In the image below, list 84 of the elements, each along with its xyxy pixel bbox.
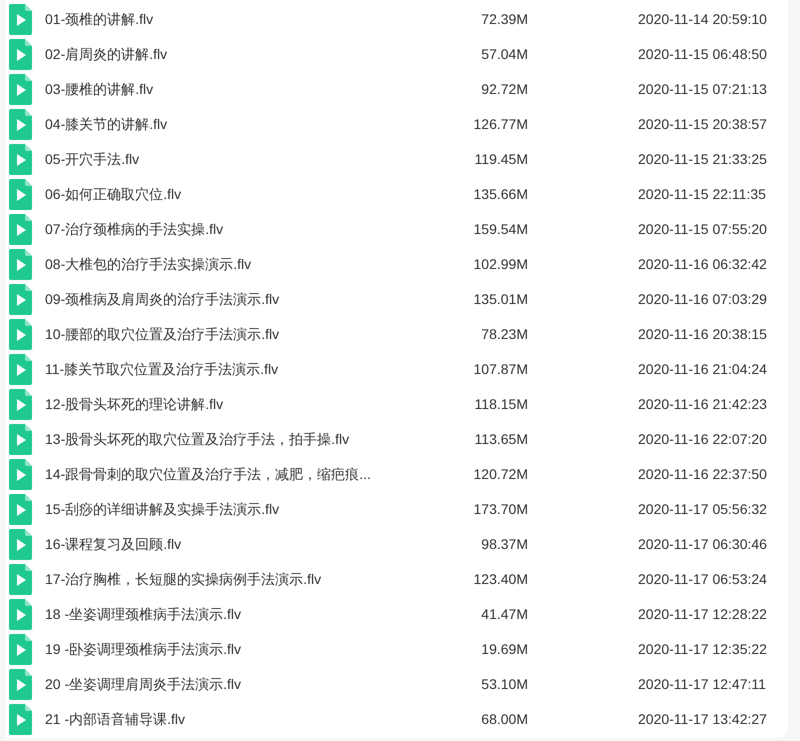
- file-size: 135.66M: [472, 185, 528, 204]
- file-size: 135.01M: [472, 290, 528, 309]
- modified-date: 2020-11-16 06:32:42: [638, 255, 767, 274]
- file-name[interactable]: 11-膝关节取穴位置及治疗手法演示.flv: [45, 359, 445, 380]
- modified-date: 2020-11-17 12:35:22: [638, 640, 767, 659]
- video-file-icon: [9, 494, 32, 525]
- file-name[interactable]: 07-治疗颈椎病的手法实操.flv: [45, 219, 445, 240]
- video-file-icon: [9, 144, 32, 175]
- file-name[interactable]: 02-肩周炎的讲解.flv: [45, 44, 445, 65]
- file-size: 57.04M: [480, 45, 528, 64]
- modified-date: 2020-11-17 13:42:27: [638, 710, 767, 729]
- video-file-icon: [9, 74, 32, 105]
- modified-date: 2020-11-14 20:59:10: [638, 10, 767, 29]
- file-size: 102.99M: [472, 255, 528, 274]
- video-file-icon: [9, 529, 32, 560]
- video-file-icon: [9, 634, 32, 665]
- modified-date: 2020-11-16 20:38:15: [638, 325, 767, 344]
- modified-date: 2020-11-17 12:28:22: [638, 605, 767, 624]
- file-name[interactable]: 05-开穴手法.flv: [45, 149, 445, 170]
- file-name[interactable]: 03-腰椎的讲解.flv: [45, 79, 445, 100]
- file-name[interactable]: 10-腰部的取穴位置及治疗手法演示.flv: [45, 324, 445, 345]
- modified-date: 2020-11-17 06:30:46: [638, 535, 767, 554]
- modified-date: 2020-11-16 22:37:50: [638, 465, 767, 484]
- modified-date: 2020-11-17 06:53:24: [638, 570, 767, 589]
- video-file-icon: [9, 319, 32, 350]
- file-size: 173.70M: [472, 500, 528, 519]
- modified-date: 2020-11-15 06:48:50: [638, 45, 767, 64]
- file-name[interactable]: 17-治疗胸椎，长短腿的实操病例手法演示.flv: [45, 569, 445, 590]
- video-file-icon: [9, 389, 32, 420]
- file-size: 53.10M: [480, 675, 528, 694]
- video-file-icon: [9, 179, 32, 210]
- file-size: 120.72M: [472, 465, 528, 484]
- file-name[interactable]: 14-跟骨骨刺的取穴位置及治疗手法，减肥，缩疤痕...: [45, 464, 445, 485]
- video-file-icon: [9, 669, 32, 700]
- file-size: 118.15M: [474, 395, 528, 414]
- file-size: 78.23M: [480, 325, 528, 344]
- file-size: 113.65M: [474, 430, 528, 449]
- video-file-icon: [9, 354, 32, 385]
- file-name[interactable]: 06-如何正确取穴位.flv: [45, 184, 445, 205]
- file-name[interactable]: 16-课程复习及回顾.flv: [45, 534, 445, 555]
- modified-date: 2020-11-15 22:11:35: [638, 185, 766, 204]
- file-size: 92.72M: [480, 80, 528, 99]
- file-size: 19.69M: [480, 640, 528, 659]
- file-size: 72.39M: [480, 10, 528, 29]
- file-size: 107.87M: [472, 360, 528, 379]
- modified-date: 2020-11-16 21:42:23: [638, 395, 767, 414]
- file-name[interactable]: 18 -坐姿调理颈椎病手法演示.flv: [45, 604, 445, 625]
- file-name[interactable]: 20 -坐姿调理肩周炎手法演示.flv: [45, 674, 445, 695]
- modified-date: 2020-11-16 22:07:20: [638, 430, 767, 449]
- modified-date: 2020-11-15 07:55:20: [638, 220, 767, 239]
- video-file-icon: [9, 599, 32, 630]
- file-size: 159.54M: [472, 220, 528, 239]
- modified-date: 2020-11-16 21:04:24: [638, 360, 767, 379]
- video-file-icon: [9, 214, 32, 245]
- file-name[interactable]: 08-大椎包的治疗手法实操演示.flv: [45, 254, 445, 275]
- video-file-icon: [9, 39, 32, 70]
- file-size: 68.00M: [480, 710, 528, 729]
- video-file-icon: [9, 249, 32, 280]
- file-name[interactable]: 21 -内部语音辅导课.flv: [45, 709, 445, 730]
- modified-date: 2020-11-17 12:47:11: [638, 675, 766, 694]
- file-name[interactable]: 19 -卧姿调理颈椎病手法演示.flv: [45, 639, 445, 660]
- modified-date: 2020-11-17 05:56:32: [638, 500, 767, 519]
- file-name[interactable]: 09-颈椎病及肩周炎的治疗手法演示.flv: [45, 289, 445, 310]
- video-file-icon: [9, 284, 32, 315]
- modified-date: 2020-11-15 20:38:57: [638, 115, 767, 134]
- video-file-icon: [9, 564, 32, 595]
- file-size: 119.45M: [474, 150, 528, 169]
- file-name[interactable]: 12-股骨头坏死的理论讲解.flv: [45, 394, 445, 415]
- modified-date: 2020-11-15 07:21:13: [638, 80, 767, 99]
- video-file-icon: [9, 424, 32, 455]
- video-file-icon: [9, 109, 32, 140]
- file-size: 98.37M: [480, 535, 528, 554]
- video-file-icon: [9, 4, 32, 35]
- file-name[interactable]: 13-股骨头坏死的取穴位置及治疗手法，拍手操.flv: [45, 429, 445, 450]
- modified-date: 2020-11-15 21:33:25: [638, 150, 767, 169]
- file-size: 126.77M: [472, 115, 528, 134]
- video-file-icon: [9, 704, 32, 735]
- file-size: 41.47M: [480, 605, 528, 624]
- modified-date: 2020-11-16 07:03:29: [638, 290, 767, 309]
- file-name[interactable]: 15-刮痧的详细讲解及实操手法演示.flv: [45, 499, 445, 520]
- file-name[interactable]: 04-膝关节的讲解.flv: [45, 114, 445, 135]
- video-file-icon: [9, 459, 32, 490]
- file-size: 123.40M: [472, 570, 528, 589]
- file-name[interactable]: 01-颈椎的讲解.flv: [45, 9, 445, 30]
